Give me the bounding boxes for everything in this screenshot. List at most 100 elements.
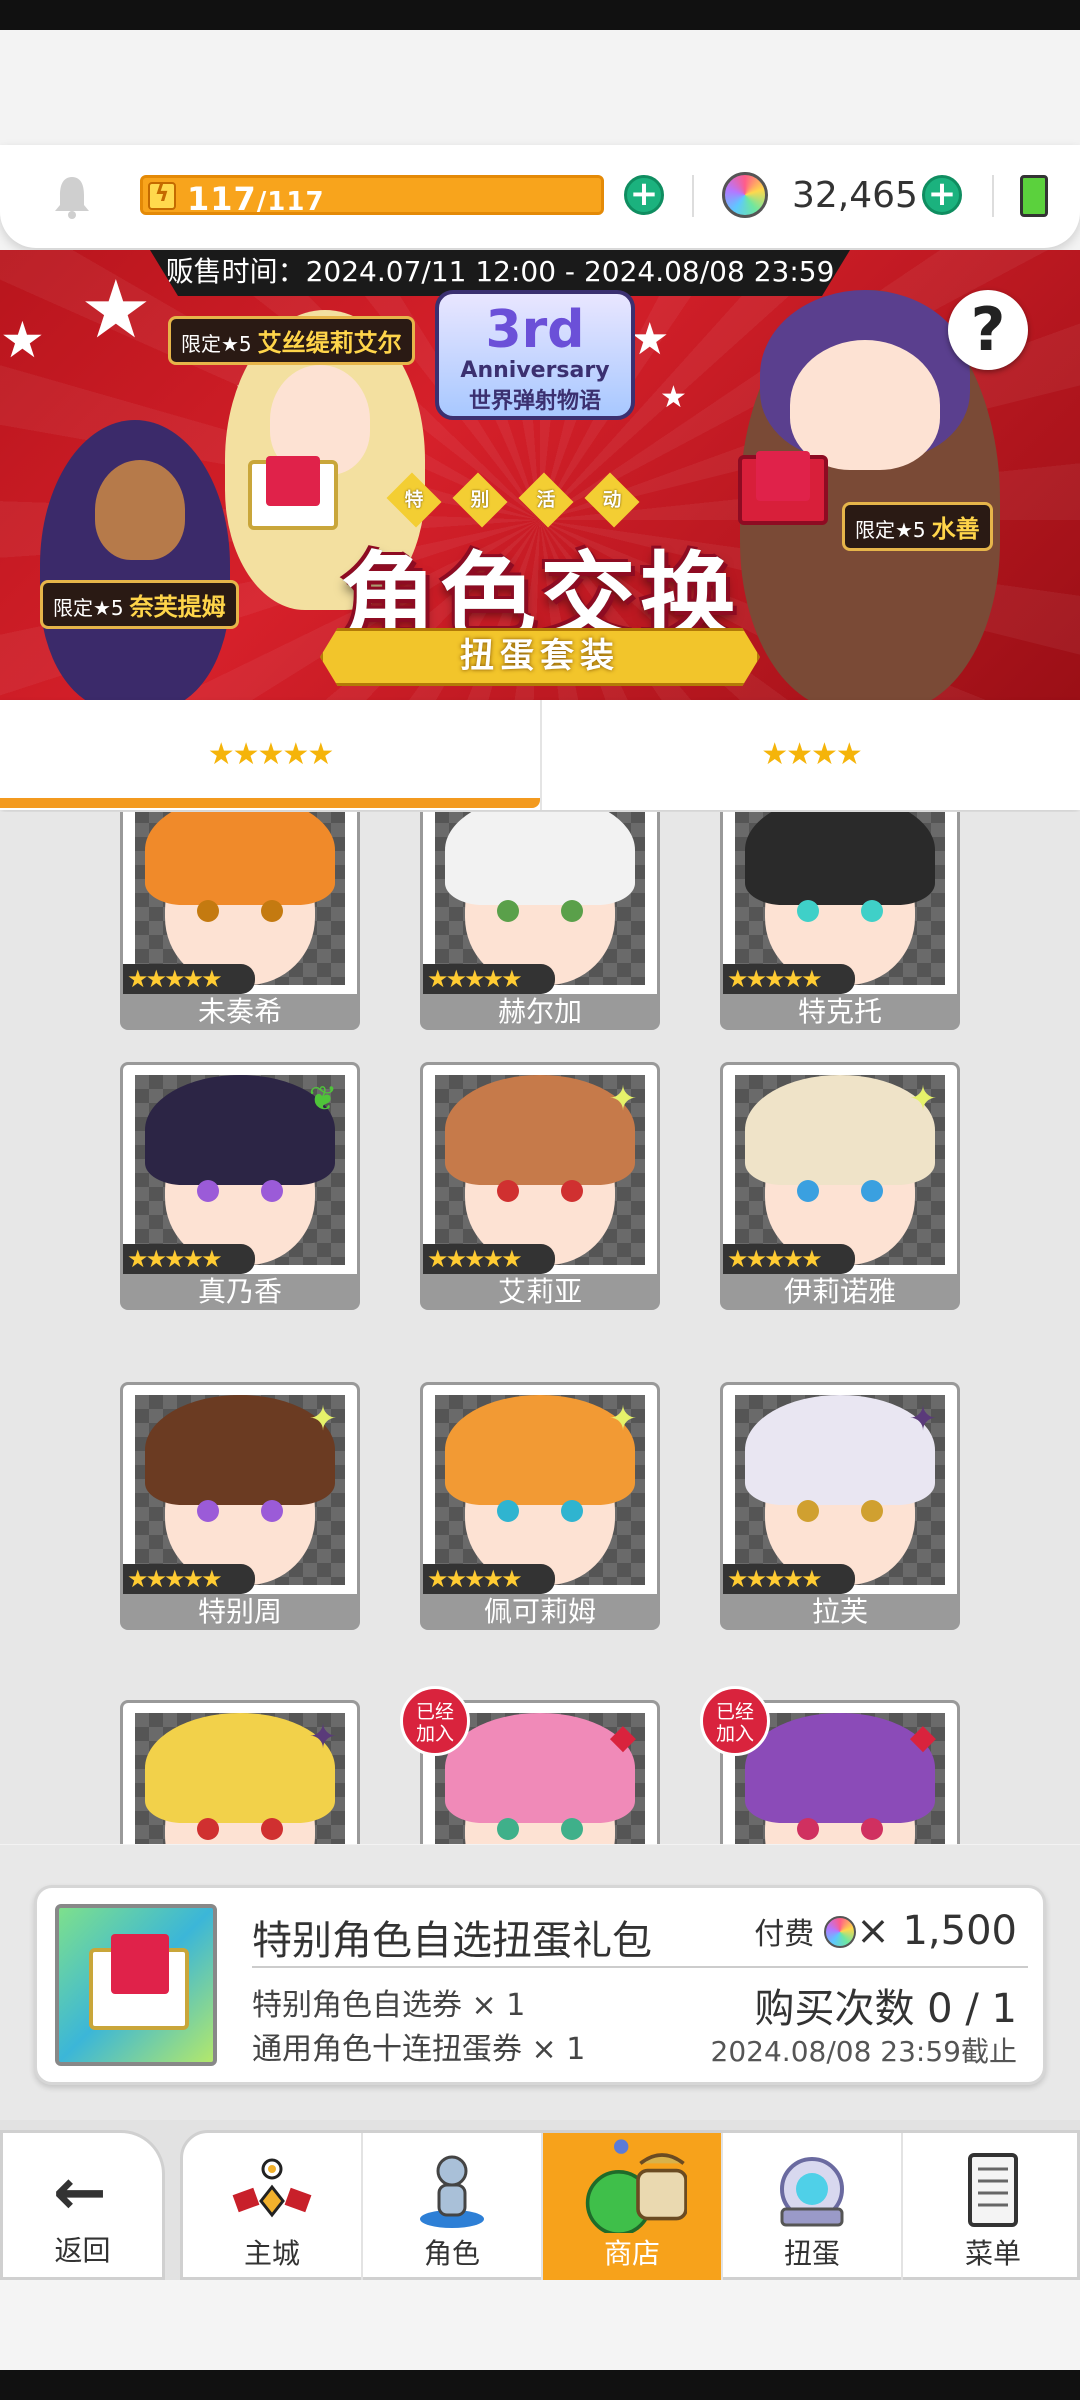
product-area: 特别角色自选扭蛋礼包 付费 × 1,500 特别角色自选券 × 1 通用角色十连扭… bbox=[0, 1845, 1080, 2120]
divider bbox=[992, 175, 994, 217]
character-hair bbox=[445, 812, 635, 905]
rarity-stars: ★★★★★ bbox=[723, 964, 855, 994]
limited-tag-mizuyoshi: 限定★5 水善 bbox=[842, 502, 993, 551]
character-card[interactable]: ✦ ★★★★★ 艾莉亚 bbox=[420, 1062, 660, 1310]
character-card[interactable]: ◆ 已经 加入 bbox=[400, 1686, 660, 1844]
character-hair bbox=[745, 812, 935, 905]
event-banner: 贩售时间：2024.07/11 12:00 - 2024.08/08 23:59… bbox=[0, 250, 1080, 700]
character-card[interactable]: ★★★★★ 未奏希 bbox=[120, 812, 360, 1030]
joined-label: 已经 bbox=[415, 1701, 454, 1723]
rarity-tabs: ★★★★★ ★★★★ bbox=[0, 700, 1080, 810]
divider bbox=[252, 1966, 1028, 1968]
character-eyes bbox=[497, 1500, 583, 1522]
tab-4-star[interactable]: ★★★★ bbox=[540, 700, 1080, 810]
bottom-navigation: ← 返回 主城 角色 商店 扭蛋 菜单 bbox=[0, 2120, 1080, 2280]
joined-label: 加入 bbox=[415, 1723, 454, 1745]
character-card[interactable]: ✦ ★★★★★ 伊莉诺雅 bbox=[720, 1062, 960, 1310]
star-decoration-icon: ★ bbox=[80, 263, 152, 356]
character-card[interactable]: ★★★★★ 赫尔加 bbox=[420, 812, 660, 1030]
character-portrait bbox=[735, 812, 945, 985]
element-fire-icon: ◆ bbox=[609, 1717, 637, 1757]
app-screen: ϟ 117/117 + 32,465 + 贩售时间：2024.07/11 12:… bbox=[0, 0, 1080, 2400]
rarity-stars: ★★★★★ bbox=[423, 1244, 555, 1274]
element-dark-icon: ✦ bbox=[308, 1717, 338, 1757]
ticket-box-icon bbox=[738, 451, 828, 525]
divider bbox=[692, 175, 694, 217]
character-eyes bbox=[197, 1180, 283, 1202]
character-eyes bbox=[197, 900, 283, 922]
character-card[interactable]: ✦ ★★★★★ 拉芙 bbox=[720, 1382, 960, 1630]
character-name: 佩可莉姆 bbox=[420, 1594, 660, 1630]
nav-item-shop[interactable]: 商店 bbox=[543, 2133, 723, 2280]
gem-currency-icon bbox=[722, 172, 768, 218]
rarity-stars: ★★★★★ bbox=[423, 964, 555, 994]
top-resource-bar: ϟ 117/117 + 32,465 + bbox=[0, 145, 1080, 248]
element-spark-icon: ✦ bbox=[308, 1399, 338, 1439]
back-arrow-icon: ← bbox=[53, 2156, 107, 2230]
rarity-stars: ★★★★★ bbox=[123, 964, 255, 994]
character-name: 艾莉亚 bbox=[420, 1274, 660, 1310]
active-tab-indicator bbox=[0, 798, 540, 808]
stamina-bolt-icon: ϟ bbox=[148, 182, 176, 210]
character-portrait bbox=[135, 812, 345, 985]
character-eyes bbox=[497, 1818, 583, 1840]
character-face bbox=[790, 340, 940, 470]
character-eyes bbox=[497, 1180, 583, 1202]
gem-icon bbox=[824, 1916, 857, 1948]
character-name: 未奏希 bbox=[120, 994, 360, 1030]
joined-label: 已经 bbox=[715, 1701, 754, 1723]
price-value: × 1,500 bbox=[856, 1908, 1017, 1954]
character-card[interactable]: ✦ bbox=[120, 1700, 360, 1844]
main-nav-group: 主城 角色 商店 扭蛋 菜单 bbox=[180, 2130, 1080, 2280]
add-stamina-button[interactable]: + bbox=[624, 175, 664, 215]
character-card[interactable]: ✦ ★★★★★ 特别周 bbox=[120, 1382, 360, 1630]
gacha-pack-icon bbox=[55, 1904, 217, 2066]
nav-label: 角色 bbox=[423, 2237, 480, 2270]
character-portrait bbox=[435, 812, 645, 985]
joined-label: 加入 bbox=[715, 1723, 754, 1745]
character-eyes bbox=[197, 1500, 283, 1522]
purchase-count: 购买次数 0 / 1 bbox=[754, 1986, 1017, 2032]
character-card[interactable]: ◆ 已经 加入 bbox=[700, 1686, 960, 1844]
star-decoration-icon: ★ bbox=[660, 380, 687, 415]
event-label: 特 别 活 动 bbox=[385, 472, 641, 528]
character-card[interactable]: ★★★★★ 特克托 bbox=[720, 812, 960, 1030]
character-eyes bbox=[797, 900, 883, 922]
nav-item-character[interactable]: 角色 bbox=[363, 2133, 543, 2280]
element-spark-icon: ✦ bbox=[608, 1079, 638, 1119]
nav-label: 扭蛋 bbox=[783, 2237, 840, 2270]
notification-bell-icon[interactable] bbox=[52, 173, 92, 219]
star-decoration-icon: ★ bbox=[0, 311, 45, 369]
character-card[interactable]: ✦ ★★★★★ 佩可莉姆 bbox=[420, 1382, 660, 1630]
product-price: 付费 × 1,500 bbox=[754, 1908, 1017, 1954]
rarity-stars: ★★★★★ bbox=[123, 1244, 255, 1274]
help-button[interactable]: ? bbox=[948, 290, 1028, 370]
footer-strip bbox=[0, 2280, 1080, 2370]
tab-5-star[interactable]: ★★★★★ bbox=[0, 700, 540, 810]
castle-icon bbox=[232, 2158, 312, 2218]
nav-item-castle[interactable]: 主城 bbox=[183, 2133, 363, 2280]
character-name: 真乃香 bbox=[120, 1274, 360, 1310]
stamina-bar: ϟ 117/117 bbox=[140, 175, 604, 215]
character-card[interactable]: ❦ ★★★★★ 真乃香 bbox=[120, 1062, 360, 1310]
element-fire-icon: ◆ bbox=[909, 1717, 937, 1757]
gem-count: 32,465 bbox=[792, 175, 918, 216]
nav-item-gacha[interactable]: 扭蛋 bbox=[723, 2133, 903, 2280]
rarity-stars: ★★★★★ bbox=[723, 1244, 855, 1274]
back-button[interactable]: ← 返回 bbox=[0, 2130, 165, 2280]
element-leaf-icon: ❦ bbox=[308, 1079, 338, 1119]
product-card[interactable]: 特别角色自选扭蛋礼包 付费 × 1,500 特别角色自选券 × 1 通用角色十连扭… bbox=[34, 1885, 1046, 2085]
system-nav-bar bbox=[0, 2370, 1080, 2400]
rarity-stars: ★★★★★ bbox=[123, 1564, 255, 1594]
limited-tag-estelliel: 限定★5 艾丝缇莉艾尔 bbox=[168, 316, 415, 365]
character-grid: ★★★★★ 未奏希 ★★★★★ 赫尔加 ★★★★★ 特克托 ❦ ★★★★★ 真乃香 ✦ ★★★★★ 艾… bbox=[0, 812, 1080, 1844]
nav-item-menu[interactable]: 菜单 bbox=[903, 2133, 1080, 2280]
star-decoration-icon: ★ bbox=[630, 314, 670, 365]
menu-icon bbox=[968, 2153, 1018, 2227]
character-eyes bbox=[797, 1180, 883, 1202]
add-gems-button[interactable]: + bbox=[922, 175, 962, 215]
system-status-bar bbox=[0, 0, 1080, 30]
purchase-deadline: 2024.08/08 23:59截止 bbox=[710, 2035, 1017, 2068]
character-face bbox=[95, 460, 185, 560]
already-joined-badge: 已经 加入 bbox=[400, 1686, 470, 1756]
